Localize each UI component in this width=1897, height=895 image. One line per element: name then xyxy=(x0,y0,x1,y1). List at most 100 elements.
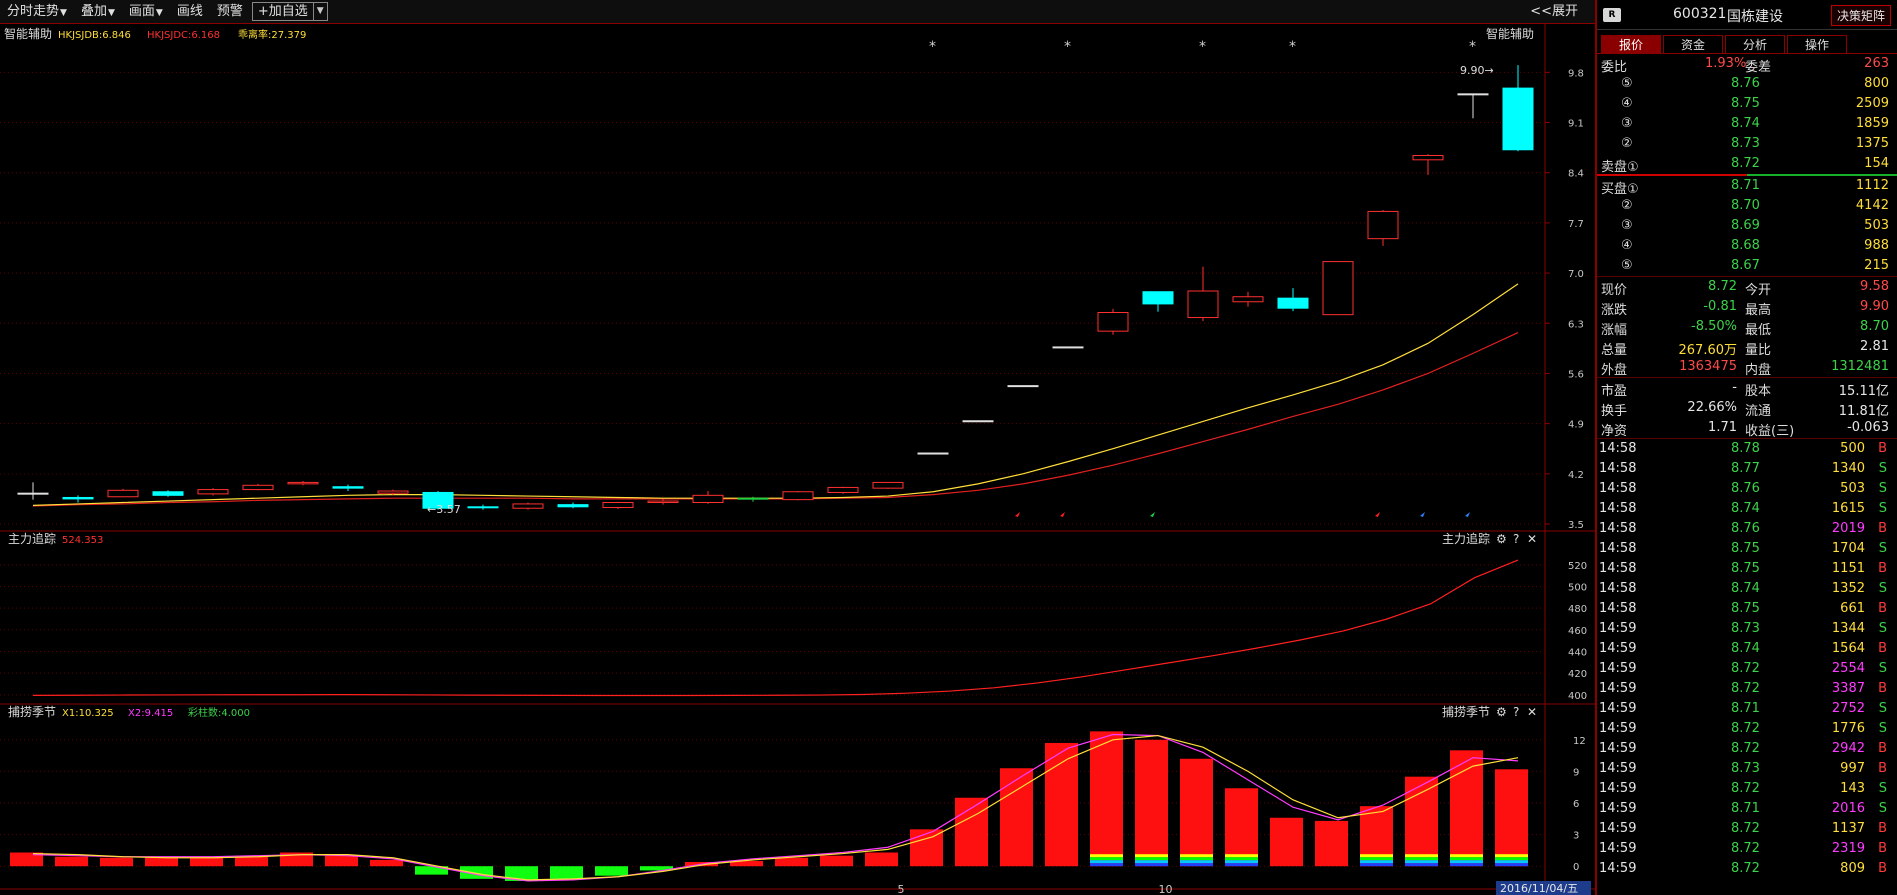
buy-sell-flag: S xyxy=(1878,701,1887,716)
sub2-panel-name-right: 捕捞季节 xyxy=(1442,704,1490,719)
tick-row: 14:58 8.74 1352 S xyxy=(1597,579,1897,599)
quote-row: 外盘 1363475 内盘 1312481 xyxy=(1597,357,1897,378)
y-tick-label: 500 xyxy=(1568,583,1587,594)
screen-dropdown[interactable]: 画面▼ xyxy=(122,0,170,24)
order-book-buy-row: 买盘① 8.71 1112 xyxy=(1597,176,1897,197)
indicator-bar xyxy=(1225,788,1258,867)
price: 8.72 xyxy=(1731,841,1760,856)
label: 最高 xyxy=(1745,303,1772,318)
bar xyxy=(145,857,178,867)
chart-area: 智能辅助 HKJSJDB:6.846 HKJSJDC:6.168 乖离率:27.… xyxy=(0,24,1595,895)
indicator-bar xyxy=(370,859,403,867)
candle-body xyxy=(827,486,859,493)
candle xyxy=(1277,288,1309,312)
candle-body xyxy=(1412,155,1444,161)
candle-body xyxy=(1367,210,1399,240)
value: -0.81 xyxy=(1703,299,1737,314)
time: 14:58 xyxy=(1599,481,1637,496)
indicator-bar xyxy=(100,857,133,867)
price: 8.72 xyxy=(1731,821,1760,836)
candle-body xyxy=(1187,290,1219,319)
draw-line-button[interactable]: 画线 xyxy=(170,0,210,24)
y-tick-label: 440 xyxy=(1568,648,1587,659)
indicator-bar xyxy=(820,855,853,867)
candle xyxy=(1007,385,1039,388)
gear-icon[interactable]: ⚙ xyxy=(1496,705,1507,719)
time: 14:58 xyxy=(1599,541,1637,556)
decision-matrix-button[interactable]: 决策矩阵 xyxy=(1830,5,1891,26)
fenshi-dropdown[interactable]: 分时走势▼ xyxy=(0,0,74,24)
candle-body xyxy=(1502,87,1534,151)
value: -0.063 xyxy=(1847,420,1889,435)
ma-yellow-line xyxy=(32,283,1519,506)
tab-quote[interactable]: 报价 xyxy=(1601,35,1661,54)
tick-row: 14:59 8.71 2752 S xyxy=(1597,699,1897,719)
label: 涨跌 xyxy=(1601,303,1628,318)
volume: 1137 xyxy=(1831,821,1865,836)
price: 8.69 xyxy=(1731,218,1760,233)
signal-arrow xyxy=(1420,512,1425,517)
candle-body xyxy=(1322,261,1354,316)
bar xyxy=(1405,776,1438,867)
color-stripe xyxy=(1225,860,1258,864)
close-icon[interactable]: ✕ xyxy=(1527,705,1537,719)
label: 股本 xyxy=(1745,384,1772,399)
buy-sell-flag: S xyxy=(1878,801,1887,816)
volume: 800 xyxy=(1864,76,1889,91)
candle xyxy=(332,484,364,492)
value: -8.50% xyxy=(1691,319,1737,334)
plus-icon: + xyxy=(257,4,269,19)
quote-row: 现价 8.72 今开 9.58 xyxy=(1597,277,1897,298)
time: 14:59 xyxy=(1599,701,1637,716)
candle xyxy=(1052,346,1084,349)
candle xyxy=(467,504,499,510)
help-icon[interactable]: ? xyxy=(1513,532,1519,546)
tick-row: 14:59 8.72 2554 S xyxy=(1597,659,1897,679)
indicator-bar xyxy=(145,857,178,867)
tick-row: 14:58 8.75 1151 B xyxy=(1597,559,1897,579)
order-book-buy-row: ⑤ 8.67 215 xyxy=(1597,256,1897,276)
price: 8.78 xyxy=(1731,441,1760,456)
volume: 2554 xyxy=(1831,661,1865,676)
x-tick-label: 5 xyxy=(898,883,905,895)
time: 14:59 xyxy=(1599,721,1637,736)
add-favorite-button[interactable]: +加自选 xyxy=(251,2,314,21)
volume: 809 xyxy=(1840,861,1865,876)
value: 9.90 xyxy=(1860,299,1889,314)
tab-analysis[interactable]: 分析 xyxy=(1725,35,1785,54)
close-icon[interactable]: ✕ xyxy=(1527,532,1537,546)
tick-row: 14:58 8.76 2019 B xyxy=(1597,519,1897,539)
indicator-bar xyxy=(1180,758,1213,867)
tick-row: 14:58 8.75 661 B xyxy=(1597,599,1897,619)
tick-row: 14:58 8.78 500 B xyxy=(1597,439,1897,459)
gear-icon[interactable]: ⚙ xyxy=(1496,532,1507,546)
tick-row: 14:59 8.73 997 B xyxy=(1597,759,1897,779)
y-tick-label: 9.8 xyxy=(1568,68,1584,79)
main-indicator-2: HKJSJDC:6.168 xyxy=(147,30,220,41)
price: 8.74 xyxy=(1731,641,1760,656)
expand-button[interactable]: <<展开 xyxy=(1523,0,1585,24)
color-stripe xyxy=(1495,857,1528,861)
bar xyxy=(1315,820,1348,867)
bar xyxy=(325,855,358,867)
value: 8.72 xyxy=(1708,279,1737,294)
chevron-down-icon: ▼ xyxy=(316,6,324,16)
tab-operation[interactable]: 操作 xyxy=(1787,35,1847,54)
add-favorite-dropdown[interactable]: ▼ xyxy=(313,2,328,21)
price: 8.73 xyxy=(1731,136,1760,151)
volume: 1859 xyxy=(1855,116,1889,131)
volume: 997 xyxy=(1840,761,1865,776)
overlay-dropdown[interactable]: 叠加▼ xyxy=(74,0,122,24)
signal-arrow xyxy=(1015,512,1020,517)
signal-arrow xyxy=(1150,512,1155,517)
help-icon[interactable]: ? xyxy=(1513,705,1519,719)
y-tick-label: 460 xyxy=(1568,626,1587,637)
candle-body xyxy=(287,481,319,485)
alert-button[interactable]: 预警 xyxy=(210,0,250,24)
tab-fund[interactable]: 资金 xyxy=(1663,35,1723,54)
time: 14:58 xyxy=(1599,501,1637,516)
x-tick-label: 10 xyxy=(1159,883,1173,895)
buy-sell-flag: B xyxy=(1878,741,1887,756)
volume: 3387 xyxy=(1831,681,1865,696)
order-book-buy-row: ④ 8.68 988 xyxy=(1597,236,1897,256)
